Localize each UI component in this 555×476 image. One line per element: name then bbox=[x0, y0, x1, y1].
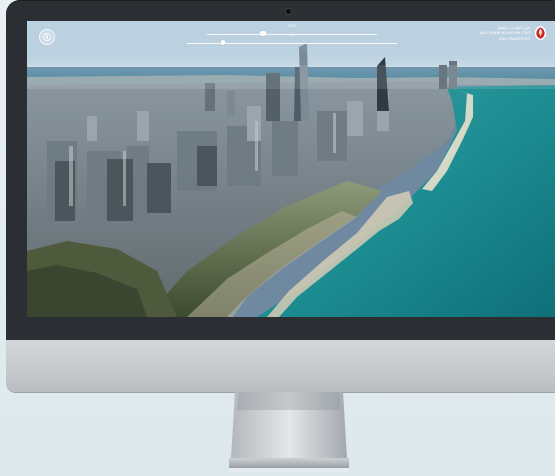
timeline-slider-label: 2030 bbox=[287, 23, 297, 28]
scale-slider[interactable]: 1:1 bbox=[187, 32, 397, 48]
falcon-emblem-icon bbox=[534, 25, 547, 41]
logo-arabic-text: دائرة البلديات والنقل bbox=[496, 25, 531, 30]
scale-slider-thumb[interactable] bbox=[220, 40, 226, 45]
scale-slider-label: 1:1 bbox=[289, 32, 295, 37]
map-viewer[interactable]: 2030 1:1 دائرة البلديات والنقل ABU DHABI… bbox=[27, 21, 555, 317]
timeline-slider-thumb[interactable] bbox=[259, 31, 267, 36]
compass-button[interactable] bbox=[39, 29, 55, 45]
logo-english-line2: AND TRANSPORT bbox=[499, 36, 531, 41]
monitor-stand bbox=[229, 392, 349, 472]
dmt-logo: دائرة البلديات والنقل ABU DHABI MUNICIPA… bbox=[480, 25, 547, 41]
page-background: 2030 1:1 دائرة البلديات والنقل ABU DHABI… bbox=[0, 0, 555, 476]
logo-text: دائرة البلديات والنقل ABU DHABI MUNICIPA… bbox=[480, 25, 531, 41]
monitor-bezel: 2030 1:1 دائرة البلديات والنقل ABU DHABI… bbox=[6, 0, 555, 340]
webcam-icon bbox=[286, 9, 291, 14]
city-aerial-view[interactable] bbox=[27, 21, 555, 317]
scale-slider-track[interactable] bbox=[187, 43, 397, 44]
monitor-chin bbox=[6, 340, 555, 392]
logo-english-line1: ABU DHABI MUNICIPALITIES bbox=[479, 31, 531, 35]
monitor: 2030 1:1 دائرة البلديات والنقل ABU DHABI… bbox=[6, 0, 555, 392]
compass-icon bbox=[43, 33, 51, 41]
